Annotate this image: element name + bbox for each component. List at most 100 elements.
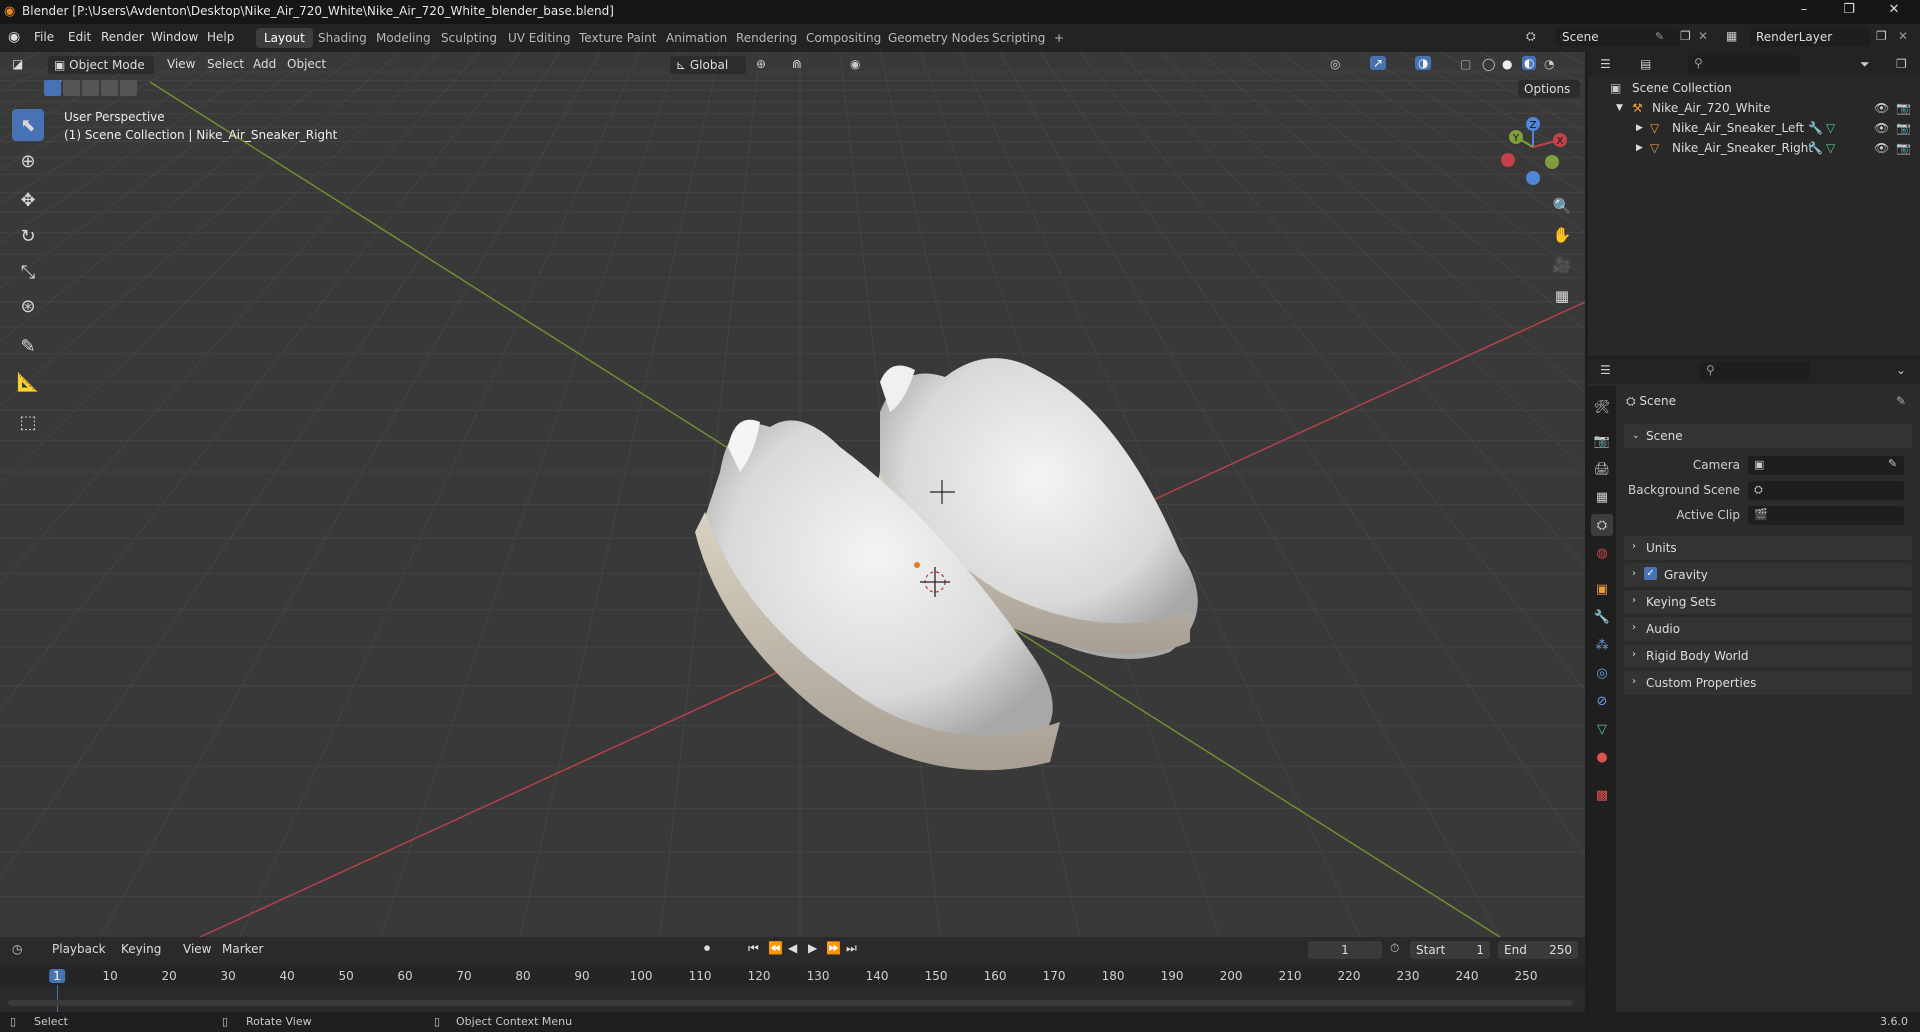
visibility-eye-icon[interactable]: 👁	[1874, 121, 1889, 135]
add-workspace-button[interactable]: +	[1046, 28, 1072, 48]
play-icon[interactable]: ▶	[808, 941, 817, 955]
visibility-eye-icon[interactable]: 👁	[1874, 101, 1889, 115]
panel-keying-sets[interactable]: › Keying Sets	[1624, 590, 1912, 614]
close-button[interactable]: ✕	[1874, 2, 1914, 22]
filter-icon[interactable]: ⏷	[1860, 57, 1870, 72]
minimize-button[interactable]: –	[1784, 2, 1824, 22]
pivot-icon[interactable]: ⊕	[756, 57, 766, 71]
world-tab-icon[interactable]: ◍	[1591, 542, 1613, 564]
3d-viewport[interactable]	[0, 52, 1585, 937]
outliner-scene-collection[interactable]: ▣ Scene Collection	[1588, 78, 1920, 98]
expand-arrow-icon[interactable]: ▶	[1636, 143, 1643, 153]
tab-layout[interactable]: Layout	[256, 28, 313, 48]
new-view-layer-icon[interactable]: ❐	[1876, 29, 1887, 43]
material-shading-icon[interactable]: ◐	[1522, 56, 1537, 70]
outliner-editor-icon[interactable]: ☰	[1600, 57, 1611, 71]
cursor-tool[interactable]: ⊕	[12, 145, 44, 177]
mode-selector[interactable]: ▣ Object Mode ⌄	[48, 56, 154, 86]
panel-units[interactable]: › Units	[1624, 536, 1912, 560]
perspective-grid-icon[interactable]: ▦	[1549, 283, 1575, 309]
scene-tab-icon[interactable]: ⛭	[1591, 514, 1613, 536]
proportional-edit-icon[interactable]: ◉	[850, 57, 860, 71]
display-mode-icon[interactable]: ▤	[1640, 57, 1651, 71]
visibility-eye-icon[interactable]: 👁	[1874, 141, 1889, 155]
viewport-menu-add[interactable]: Add	[253, 57, 276, 71]
view-layer-icon[interactable]: ▦	[1726, 29, 1737, 43]
new-scene-icon[interactable]: ❐	[1680, 29, 1691, 43]
rendered-shading-icon[interactable]: ◔	[1544, 57, 1554, 71]
jump-end-icon[interactable]: ⏭	[846, 941, 857, 956]
move-tool[interactable]: ✥	[12, 184, 44, 216]
render-camera-icon[interactable]: 📷	[1896, 101, 1911, 115]
expand-arrow-icon[interactable]: ▼	[1616, 103, 1623, 113]
menu-help[interactable]: Help	[207, 30, 234, 44]
object-tab-icon[interactable]: ▣	[1591, 578, 1613, 600]
gravity-checkbox[interactable]: ✓	[1644, 567, 1657, 580]
snap-icon[interactable]: ⋒	[792, 57, 802, 71]
scale-tool[interactable]: ⤡	[12, 256, 44, 288]
tab-sculpting[interactable]: Sculpting	[433, 28, 505, 48]
render-tab-icon[interactable]: 📷	[1591, 430, 1613, 452]
constraints-tab-icon[interactable]: ⊘	[1591, 690, 1613, 712]
panel-gravity[interactable]: › ✓ Gravity	[1624, 563, 1912, 587]
options-button[interactable]: Options	[1518, 80, 1580, 98]
panel-rigid-body-world[interactable]: › Rigid Body World	[1624, 644, 1912, 668]
scene-icon[interactable]: ⛭	[1526, 29, 1536, 44]
camera-field[interactable]: ▣ ✎	[1748, 456, 1904, 475]
new-collection-icon[interactable]: ❐	[1896, 57, 1907, 71]
maximize-button[interactable]: ❐	[1829, 2, 1869, 22]
menu-render[interactable]: Render	[101, 30, 144, 44]
play-reverse-icon[interactable]: ◀	[788, 941, 797, 955]
material-tab-icon[interactable]: ●	[1591, 746, 1613, 768]
annotate-tool[interactable]: ✎	[12, 330, 44, 362]
zoom-icon[interactable]: 🔍	[1549, 193, 1575, 219]
panel-scene[interactable]: ⌄ Scene	[1624, 424, 1912, 448]
current-frame-field[interactable]: 1	[1308, 941, 1382, 959]
wireframe-shading-icon[interactable]: ◯	[1482, 57, 1495, 71]
rotate-tool[interactable]: ↻	[12, 220, 44, 252]
tab-texture-paint[interactable]: Texture Paint	[571, 28, 664, 48]
timeline-scrollbar[interactable]	[8, 1000, 1573, 1006]
eyedropper-icon[interactable]: ✎	[1888, 457, 1897, 470]
viewport-menu-select[interactable]: Select	[207, 57, 244, 71]
navigation-gizmo[interactable]: Z X Y	[1498, 112, 1568, 192]
outliner-search-input[interactable]: ⚲	[1688, 55, 1800, 73]
overlay-icon[interactable]: ◑	[1415, 56, 1432, 70]
tab-geometry-nodes[interactable]: Geometry Nodes	[880, 28, 997, 48]
timeline-menu-keying[interactable]: Keying	[121, 942, 161, 956]
outliner-object-left[interactable]: ▶ ▽ Nike_Air_Sneaker_Left 🔧 ▽ 👁 📷	[1588, 118, 1920, 138]
end-frame-field[interactable]: End 250	[1498, 941, 1578, 959]
panel-audio[interactable]: › Audio	[1624, 617, 1912, 641]
pan-hand-icon[interactable]: ✋	[1549, 222, 1575, 248]
select-subtract-icon[interactable]	[82, 80, 99, 96]
select-intersect-icon[interactable]	[120, 80, 137, 96]
measure-tool[interactable]: 📐	[12, 366, 44, 398]
background-scene-field[interactable]: ⛭	[1748, 481, 1904, 500]
panel-custom-properties[interactable]: › Custom Properties	[1624, 671, 1912, 695]
tab-rendering[interactable]: Rendering	[728, 28, 805, 48]
tab-shading[interactable]: Shading	[310, 28, 375, 48]
stopwatch-icon[interactable]: ⏱	[1390, 941, 1399, 956]
tab-scripting[interactable]: Scripting	[984, 28, 1053, 48]
outliner-collection-row[interactable]: ▼ ⚒ Nike_Air_720_White 👁 📷	[1588, 98, 1920, 118]
render-camera-icon[interactable]: 📷	[1896, 121, 1911, 135]
menu-window[interactable]: Window	[151, 30, 198, 44]
tool-tab-icon[interactable]: 🛠	[1591, 396, 1613, 418]
select-invert-icon[interactable]	[101, 80, 118, 96]
chevron-down-icon[interactable]: ⌄	[1896, 363, 1906, 377]
outliner-object-right[interactable]: ▶ ▽ Nike_Air_Sneaker_Right 🔧 ▽ 👁 📷	[1588, 138, 1920, 158]
particles-tab-icon[interactable]: ⁂	[1591, 634, 1613, 656]
output-tab-icon[interactable]: 🖨	[1591, 458, 1613, 480]
tab-compositing[interactable]: Compositing	[798, 28, 889, 48]
select-new-icon[interactable]	[44, 80, 61, 96]
viewport-menu-view[interactable]: View	[167, 57, 195, 71]
editor-type-icon[interactable]: ◪	[12, 57, 23, 71]
active-clip-field[interactable]: 🎬	[1748, 506, 1904, 525]
tab-animation[interactable]: Animation	[658, 28, 735, 48]
select-extend-icon[interactable]	[63, 80, 80, 96]
viewport-gizmo-toggle-icon[interactable]: ◎	[1330, 57, 1340, 71]
menu-file[interactable]: File	[34, 30, 54, 44]
tab-uv-editing[interactable]: UV Editing	[500, 28, 579, 48]
xray-icon[interactable]: ▢	[1460, 57, 1471, 71]
timeline-editor-icon[interactable]: ◷	[12, 942, 22, 956]
